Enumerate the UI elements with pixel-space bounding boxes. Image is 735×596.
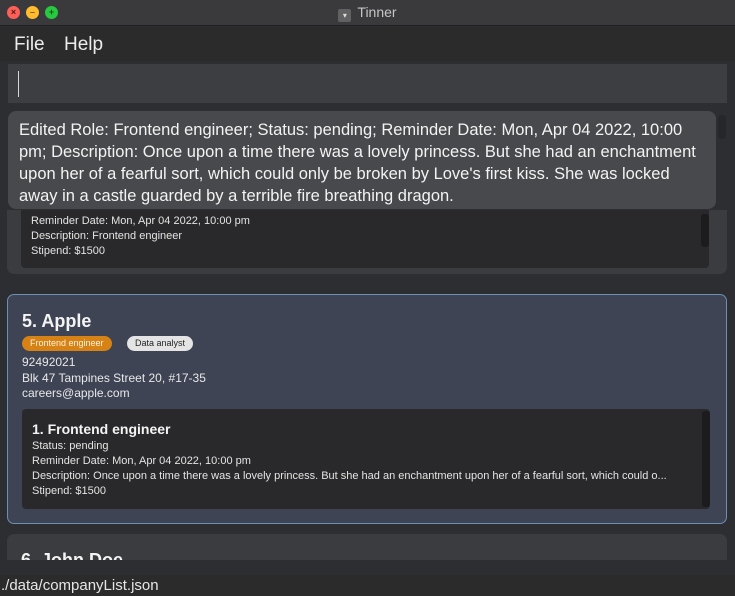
chevron-down-icon: ▾ [338,9,352,22]
menu-bar: File Help [0,27,735,61]
role-stipend: Stipend: $1500 [32,485,107,497]
role-reminder: Reminder Date: Mon, Apr 04 2022, 10:00 p… [32,455,251,467]
company-list[interactable]: Reminder Date: Mon, Apr 04 2022, 10:00 p… [0,210,735,560]
tag-data-analyst: Data analyst [127,336,194,351]
role-description: Description: Frontend engineer [31,230,183,242]
role-list-scrollbar[interactable] [701,214,709,247]
role-reminder: Reminder Date: Mon, Apr 04 2022, 10:00 p… [31,215,250,227]
menu-file[interactable]: File [14,34,45,56]
role-description: Description: Once upon a time there was … [32,470,667,482]
company-phone: 92492021 [22,355,76,369]
company-email: careers@apple.com [22,386,130,400]
company-card-selected[interactable]: 5. Apple Frontend engineer Data analyst … [7,294,727,524]
result-text: Edited Role: Frontend engineer; Status: … [19,121,696,205]
role-stipend: Stipend: $1500 [31,245,106,257]
text-caret [18,71,19,97]
menu-help[interactable]: Help [64,34,103,56]
role-list-scrollbar[interactable] [702,411,710,507]
window-title: Tinner [357,4,397,20]
company-name: 6. John Doe [21,550,124,560]
save-file-path: ./data/companyList.json [1,577,159,594]
role-card[interactable]: 1. Frontend engineer Status: pending Rem… [22,409,710,509]
status-bar: ./data/companyList.json [0,575,735,596]
company-address: Blk 47 Tampines Street 20, #17-35 [22,371,206,385]
window-title-area: ▾ Tinner [0,4,735,22]
command-input[interactable] [8,64,727,103]
role-status: Status: pending [32,440,109,452]
result-display[interactable]: Edited Role: Frontend engineer; Status: … [8,111,716,209]
company-card-previous[interactable]: Reminder Date: Mon, Apr 04 2022, 10:00 p… [7,210,727,274]
tag-frontend-engineer: Frontend engineer [22,336,112,351]
result-scrollbar[interactable] [718,115,726,139]
title-bar: × – + ▾ Tinner [0,0,735,26]
company-name: 5. Apple [22,311,92,331]
role-card[interactable]: Reminder Date: Mon, Apr 04 2022, 10:00 p… [21,210,709,268]
company-card-next[interactable]: 6. John Doe [7,534,727,560]
role-title: 1. Frontend engineer [32,421,171,437]
